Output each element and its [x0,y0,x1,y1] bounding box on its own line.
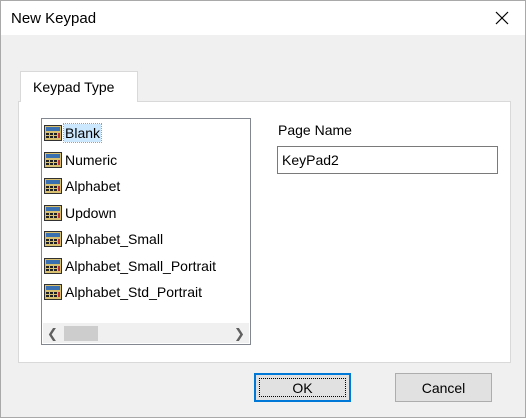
page-name-label: Page Name [278,122,352,138]
list-item-label: Blank [62,123,103,143]
scroll-left-icon: ❮ [47,325,58,341]
list-item[interactable]: Alphabet_Std_Portrait [44,281,203,303]
scroll-right-icon: ❯ [234,325,245,341]
horizontal-scrollbar[interactable]: ❮ ❯ [43,323,249,343]
list-item[interactable]: Alphabet_Small_Portrait [44,255,217,277]
keypad-icon [44,125,62,141]
window-title: New Keypad [11,10,97,27]
keypad-icon [44,257,62,274]
list-item-label: Numeric [65,151,118,168]
keypad-type-list[interactable]: Blank Numeric Alphabet Updown Alphabet_Small… [41,118,251,345]
list-item-label: Alphabet [65,178,121,194]
list-item[interactable]: Numeric [44,149,118,171]
new-keypad-dialog: New Keypad Keypad Type Blank Numeric Alpha… [0,0,526,418]
scroll-thumb[interactable] [64,326,98,341]
tab-keypad-type[interactable]: Keypad Type [20,71,138,102]
list-item[interactable]: Alphabet [44,175,121,197]
page-name-input[interactable] [277,146,498,174]
keypad-icon [44,284,62,300]
list-item[interactable]: Blank [44,122,103,144]
list-item[interactable]: Updown [44,202,117,224]
keypad-icon [44,178,62,194]
focus-rect [259,378,346,397]
title-bar: New Keypad [1,1,525,35]
scroll-left-button[interactable]: ❮ [43,324,62,343]
ok-button[interactable]: OK [254,373,351,402]
list-item-label: Updown [65,204,117,221]
keypad-icon [44,151,62,168]
list-item-label: Alphabet_Std_Portrait [65,284,202,300]
cancel-button[interactable]: Cancel [395,373,492,402]
keypad-icon [44,204,62,221]
list-item-label: Alphabet_Small_Portrait [65,257,216,274]
cancel-button-label: Cancel [421,379,466,396]
keypad-icon [44,231,62,247]
close-button[interactable] [479,1,525,35]
scroll-right-button[interactable]: ❯ [230,324,249,343]
tab-label: Keypad Type [33,79,115,95]
list-item-label: Alphabet_Small [65,231,164,247]
close-icon [495,11,509,25]
list-item[interactable]: Alphabet_Small [44,228,164,250]
